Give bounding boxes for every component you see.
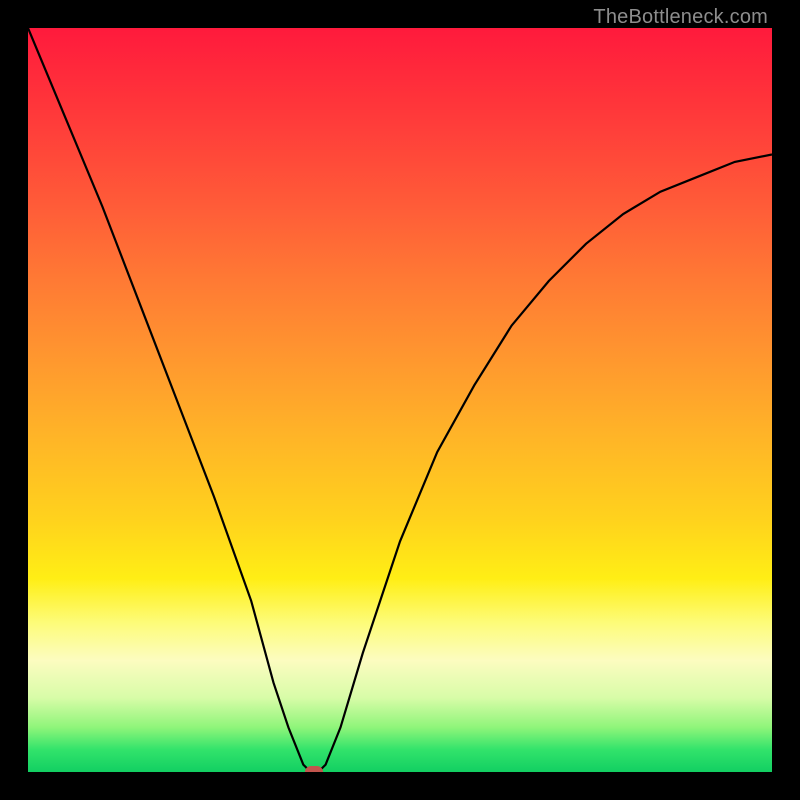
chart-frame: TheBottleneck.com	[0, 0, 800, 800]
plot-area	[28, 28, 772, 772]
optimal-point-marker	[305, 766, 323, 772]
watermark-text: TheBottleneck.com	[593, 6, 768, 29]
bottleneck-curve	[28, 28, 772, 772]
